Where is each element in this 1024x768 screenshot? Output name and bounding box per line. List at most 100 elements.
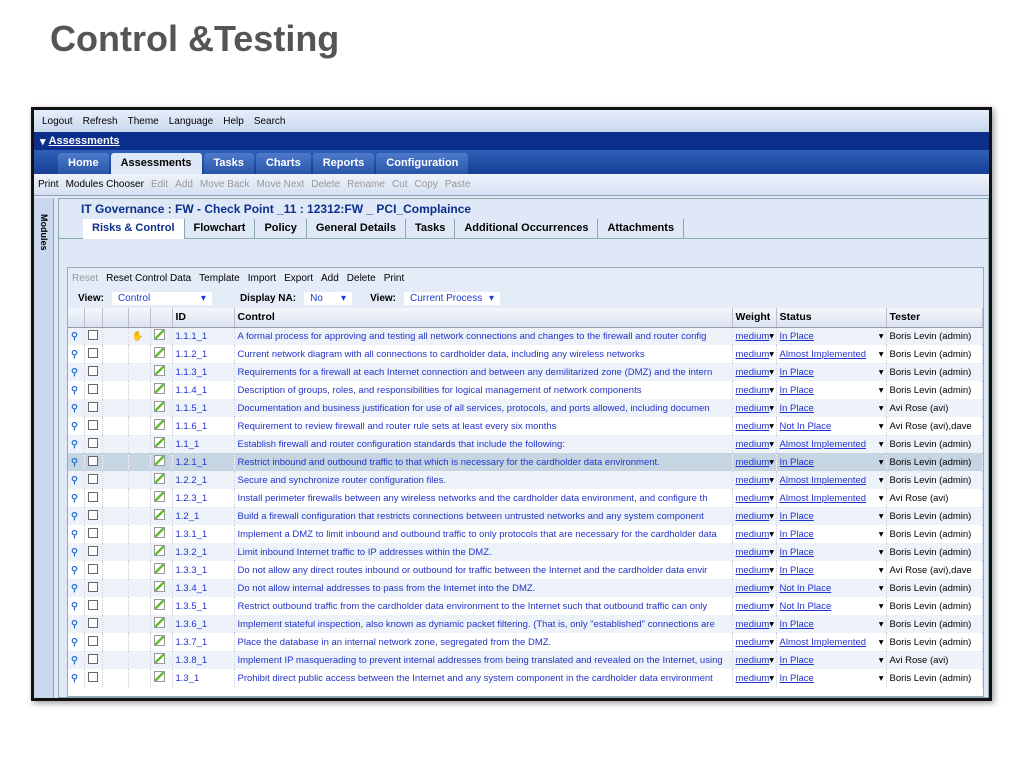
status-dropdown[interactable]: In Place ▾ xyxy=(776,651,887,669)
info-icon[interactable]: ⚲ xyxy=(68,507,85,525)
row-status[interactable]: In Place xyxy=(780,457,814,468)
cut-button[interactable]: Cut xyxy=(392,179,408,190)
tab-attachments[interactable]: Attachments xyxy=(598,218,685,239)
row-checkbox-cell[interactable] xyxy=(84,633,103,651)
table-row[interactable]: ⚲ 1.2.2_1 Secure and synchronize router co… xyxy=(68,471,983,489)
modules-sidebar[interactable]: Modules xyxy=(34,198,54,698)
status-dropdown[interactable]: Not In Place ▾ xyxy=(776,579,887,597)
edit-cell[interactable] xyxy=(150,417,173,435)
weight-dropdown[interactable]: medium▾ xyxy=(732,615,777,633)
display-na-select[interactable]: No ▾ xyxy=(304,291,353,305)
row-weight[interactable]: medium xyxy=(736,565,770,576)
tab-assessments[interactable]: Assessments xyxy=(110,153,202,174)
table-row[interactable]: ⚲ 1.3_1 Prohibit direct public access betw… xyxy=(68,669,983,687)
row-control[interactable]: Restrict inbound and outbound traffic to… xyxy=(234,453,733,471)
row-control[interactable]: Do not allow any direct routes inbound o… xyxy=(234,561,733,579)
table-row[interactable]: ⚲ 1.3.1_1 Implement a DMZ to limit inbound… xyxy=(68,525,983,543)
table-row[interactable]: ⚲ 1.2.3_1 Install perimeter firewalls betw… xyxy=(68,489,983,507)
row-weight[interactable]: medium xyxy=(736,583,770,594)
weight-dropdown[interactable]: medium▾ xyxy=(732,381,777,399)
status-dropdown[interactable]: In Place ▾ xyxy=(776,381,887,399)
tab-home[interactable]: Home xyxy=(58,153,109,174)
row-checkbox-cell[interactable] xyxy=(84,453,103,471)
row-status[interactable]: In Place xyxy=(780,565,814,576)
status-dropdown[interactable]: In Place ▾ xyxy=(776,507,887,525)
col-tester[interactable]: Tester xyxy=(886,308,983,328)
row-tester[interactable]: Boris Levin (admin) xyxy=(886,615,983,633)
status-dropdown[interactable]: In Place ▾ xyxy=(776,453,887,471)
info-icon[interactable]: ⚲ xyxy=(68,417,85,435)
info-icon[interactable]: ⚲ xyxy=(68,633,85,651)
row-checkbox[interactable] xyxy=(87,473,98,484)
status-dropdown[interactable]: In Place ▾ xyxy=(776,561,887,579)
edit-icon[interactable] xyxy=(153,473,165,484)
row-weight[interactable]: medium xyxy=(736,367,770,378)
row-control[interactable]: Implement IP masquerading to prevent int… xyxy=(234,651,733,669)
row-checkbox-cell[interactable] xyxy=(84,669,103,687)
row-status[interactable]: In Place xyxy=(780,331,814,342)
row-weight[interactable]: medium xyxy=(736,439,770,450)
row-checkbox-cell[interactable] xyxy=(84,615,103,633)
row-tester[interactable]: Boris Levin (admin) xyxy=(886,669,983,687)
row-weight[interactable]: medium xyxy=(736,493,770,504)
row-checkbox[interactable] xyxy=(87,599,98,610)
edit-icon[interactable] xyxy=(153,545,165,556)
tab-reports[interactable]: Reports xyxy=(312,153,375,174)
template-button[interactable]: Template xyxy=(199,273,240,284)
info-icon[interactable]: ⚲ xyxy=(68,525,85,543)
col-status[interactable]: Status xyxy=(776,308,887,328)
table-row[interactable]: ⚲ 1.3.4_1 Do not allow internal addresses … xyxy=(68,579,983,597)
view-select[interactable]: Control ▾ xyxy=(111,291,212,305)
status-dropdown[interactable]: In Place ▾ xyxy=(776,669,887,687)
table-row[interactable]: ⚲ 1.1.2_1 Current network diagram with all… xyxy=(68,345,983,363)
row-checkbox-cell[interactable] xyxy=(84,507,103,525)
table-row[interactable]: ⚲ 1.1.5_1 Documentation and business justi… xyxy=(68,399,983,417)
chevron-down-icon[interactable]: ▾ xyxy=(879,529,884,540)
table-row[interactable]: ⚲ 1.3.5_1 Restrict outbound traffic from t… xyxy=(68,597,983,615)
status-dropdown[interactable]: Almost Implemented ▾ xyxy=(776,633,887,651)
table-row[interactable]: ⚲ 1.3.3_1 Do not allow any direct routes i… xyxy=(68,561,983,579)
edit-icon[interactable] xyxy=(153,563,165,574)
edit-cell[interactable] xyxy=(150,435,173,453)
status-dropdown[interactable]: Almost Implemented ▾ xyxy=(776,435,887,453)
col-control[interactable]: Control xyxy=(234,308,733,328)
tab-tasks[interactable]: Tasks xyxy=(203,153,254,174)
row-control[interactable]: Current network diagram with all connect… xyxy=(234,345,733,363)
chevron-down-icon[interactable]: ▾ xyxy=(879,547,884,558)
row-checkbox[interactable] xyxy=(87,383,98,394)
weight-dropdown[interactable]: medium▾ xyxy=(732,561,777,579)
info-icon[interactable]: ⚲ xyxy=(68,651,85,669)
add-button[interactable]: Add xyxy=(175,179,193,190)
col-id[interactable]: ID xyxy=(172,308,235,328)
refresh-button[interactable]: Refresh xyxy=(83,116,118,127)
row-checkbox[interactable] xyxy=(87,635,98,646)
row-weight[interactable]: medium xyxy=(736,511,770,522)
row-tester[interactable]: Boris Levin (admin) xyxy=(886,435,983,453)
edit-icon[interactable] xyxy=(153,383,165,394)
row-checkbox-cell[interactable] xyxy=(84,363,103,381)
row-checkbox[interactable] xyxy=(87,437,98,448)
weight-dropdown[interactable]: medium▾ xyxy=(732,651,777,669)
reset-control-data-button[interactable]: Reset Control Data xyxy=(106,273,191,284)
row-tester[interactable]: Boris Levin (admin) xyxy=(886,633,983,651)
weight-dropdown[interactable]: medium▾ xyxy=(732,669,777,687)
weight-dropdown[interactable]: medium▾ xyxy=(732,399,777,417)
row-control[interactable]: Secure and synchronize router configurat… xyxy=(234,471,733,489)
row-status[interactable]: In Place xyxy=(780,619,814,630)
help-button[interactable]: Help xyxy=(223,116,244,127)
status-dropdown[interactable]: Not In Place ▾ xyxy=(776,597,887,615)
row-tester[interactable]: Avi Rose (avi),dave xyxy=(886,417,983,435)
info-icon[interactable]: ⚲ xyxy=(68,615,85,633)
table-row[interactable]: ⚲ 1.3.2_1 Limit inbound Internet traffic t… xyxy=(68,543,983,561)
row-tester[interactable]: Boris Levin (admin) xyxy=(886,597,983,615)
table-row[interactable]: ⚲ 1.1.3_1 Requirements for a firewall at e… xyxy=(68,363,983,381)
row-tester[interactable]: Avi Rose (avi),dave xyxy=(886,561,983,579)
status-dropdown[interactable]: Not In Place ▾ xyxy=(776,417,887,435)
row-checkbox-cell[interactable] xyxy=(84,561,103,579)
row-weight[interactable]: medium xyxy=(736,349,770,360)
edit-icon[interactable] xyxy=(153,599,165,610)
move-back-button[interactable]: Move Back xyxy=(200,179,249,190)
tab-tasks-sub[interactable]: Tasks xyxy=(406,218,456,239)
edit-cell[interactable] xyxy=(150,669,173,687)
row-tester[interactable]: Avi Rose (avi) xyxy=(886,489,983,507)
